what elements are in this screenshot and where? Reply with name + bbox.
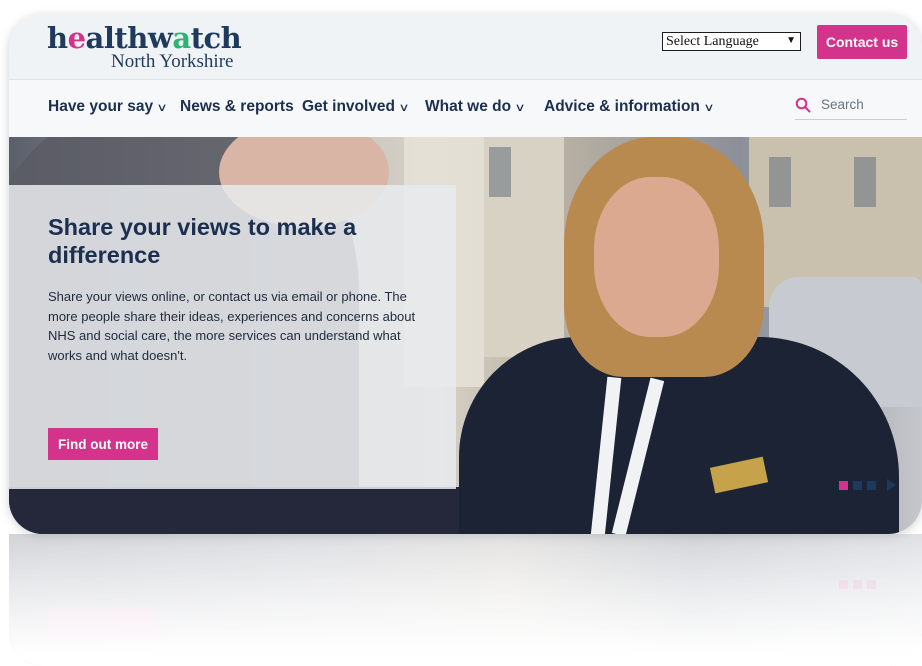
- nav-item-what-we-do[interactable]: What we do ∨: [425, 98, 526, 116]
- nav-item-news-reports[interactable]: News & reports: [180, 98, 294, 116]
- slider-dot-1[interactable]: [839, 480, 848, 490]
- hero-banner: Share your views to make a difference Sh…: [9, 137, 922, 534]
- play-next-icon[interactable]: [887, 479, 896, 491]
- slider-dot-2[interactable]: [853, 480, 862, 490]
- language-select-value: Select Language: [666, 33, 759, 49]
- nav-item-label: Get involved: [302, 98, 396, 115]
- nav-item-label: What we do: [425, 98, 512, 115]
- logo-subtitle: North Yorkshire: [111, 51, 234, 72]
- healthwatch-logo[interactable]: healthwatch North Yorkshire: [47, 21, 242, 72]
- nav-item-label: Advice & information: [544, 98, 700, 115]
- hero-text-panel: Share your views to make a difference Sh…: [9, 185, 456, 489]
- hero-description: Share your views online, or contact us v…: [48, 289, 416, 363]
- search-box[interactable]: Search: [795, 94, 907, 120]
- chevron-down-icon: ∨: [703, 102, 715, 114]
- search-icon[interactable]: [795, 97, 811, 113]
- hero-photo-window: [769, 157, 791, 207]
- hero-title: Share your views to make a difference: [48, 214, 357, 268]
- logo-dot-green-2: a: [172, 21, 191, 55]
- nav-item-label: News & reports: [180, 98, 294, 115]
- logo-wordmark: healthwatch: [47, 21, 242, 55]
- nav-item-advice-information[interactable]: Advice & information ∨: [544, 98, 715, 116]
- hero-photo-window: [489, 147, 511, 197]
- nav-item-get-involved[interactable]: Get involved ∨: [302, 98, 410, 116]
- chevron-down-icon: ∨: [156, 102, 168, 114]
- chevron-down-icon: ∨: [398, 102, 410, 114]
- reflection-fade: [9, 534, 922, 666]
- slider-controls: [839, 479, 896, 491]
- chevron-down-icon: ∨: [514, 102, 526, 114]
- site-header: healthwatch North Yorkshire Select Langu…: [9, 14, 922, 80]
- nav-item-label: Have your say: [48, 98, 154, 115]
- language-select[interactable]: Select Language ▼: [662, 32, 801, 51]
- find-out-more-button[interactable]: Find out more: [48, 428, 158, 460]
- frame-reflection: [9, 534, 922, 666]
- chevron-down-icon: ▼: [786, 35, 796, 46]
- main-nav: Have your say ∨ News & reports Get involv…: [9, 80, 922, 137]
- contact-us-button[interactable]: Contact us: [817, 25, 907, 59]
- slider-dot-3[interactable]: [867, 480, 876, 490]
- hero-photo-face: [594, 177, 719, 337]
- logo-dot-green: e: [67, 21, 86, 55]
- nav-item-have-your-say[interactable]: Have your say ∨: [48, 98, 168, 116]
- hero-photo-window: [854, 157, 876, 207]
- search-input[interactable]: Search: [821, 97, 864, 112]
- browser-frame: healthwatch North Yorkshire Select Langu…: [9, 14, 922, 534]
- hero-photo-shadow: [9, 487, 459, 534]
